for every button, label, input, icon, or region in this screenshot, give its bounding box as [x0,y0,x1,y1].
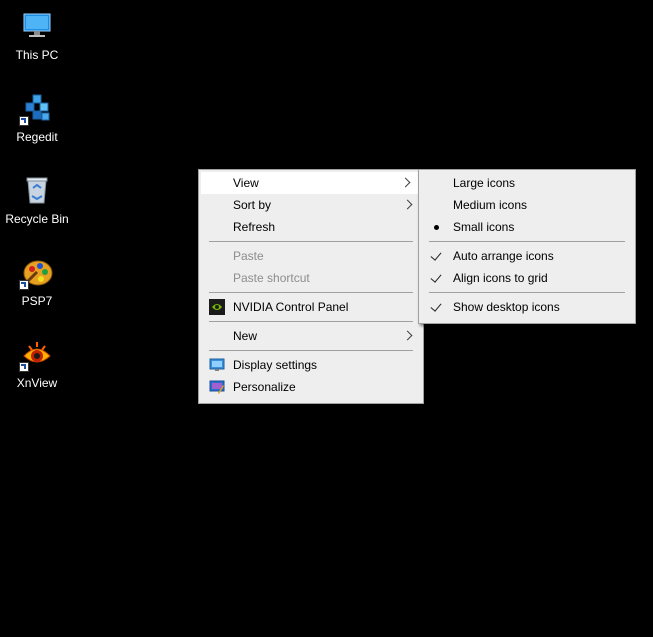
psp7-icon [19,256,53,290]
desktop-icon-recycle-bin[interactable]: Recycle Bin [2,170,72,244]
menu-item-label: Align icons to grid [453,271,548,285]
menu-item-label: Display settings [233,358,318,372]
menu-item-medium-icons[interactable]: Medium icons [419,194,635,216]
menu-item-auto-arrange-icons[interactable]: Auto arrange icons [419,245,635,267]
menu-item-small-icons[interactable]: Small icons [419,216,635,238]
desktop-icon-regedit[interactable]: Regedit [2,88,72,162]
menu-item-label: New [233,329,258,343]
chevron-right-icon [402,199,413,210]
menu-item-paste-shortcut[interactable]: Paste shortcut [199,267,423,289]
menu-item-view[interactable]: View [201,172,421,194]
chevron-right-icon [400,177,411,188]
display-settings-icon [209,357,225,373]
radio-bullet-icon [434,225,439,230]
menu-item-refresh[interactable]: Refresh [199,216,423,238]
shortcut-arrow-icon [19,116,29,126]
checkmark-icon [430,249,442,261]
menu-item-label: Show desktop icons [453,300,560,314]
menu-separator [209,350,413,351]
desktop-context-menu: View Sort by Refresh Paste Paste shortcu… [198,169,424,404]
desktop-icon-psp7[interactable]: PSP7 [2,252,72,326]
menu-item-label: NVIDIA Control Panel [233,300,349,314]
menu-item-label: Medium icons [453,198,528,212]
menu-separator [209,292,413,293]
checkmark-icon [430,300,442,312]
recycle-bin-icon [21,174,53,206]
chevron-right-icon [402,330,413,341]
menu-separator [429,241,625,242]
this-pc-icon [21,10,53,42]
desktop[interactable]: This PC Regedit Recycle Bin PSP7 XnView … [0,0,653,637]
desktop-icon-xnview[interactable]: XnView [2,334,72,408]
menu-item-large-icons[interactable]: Large icons [419,172,635,194]
nvidia-icon [209,299,225,315]
regedit-icon [19,92,53,126]
menu-item-paste[interactable]: Paste [199,245,423,267]
desktop-icon-label: XnView [16,376,58,390]
menu-separator [429,292,625,293]
desktop-icon-label: Recycle Bin [5,212,69,226]
menu-item-label: Paste shortcut [233,271,310,285]
menu-item-align-icons-to-grid[interactable]: Align icons to grid [419,267,635,289]
menu-item-label: Small icons [453,220,515,234]
view-submenu: Large icons Medium icons Small icons Aut… [418,169,636,324]
desktop-icon-label: Regedit [16,130,58,144]
menu-item-label: Sort by [233,198,272,212]
desktop-icon-this-pc[interactable]: This PC [2,6,72,80]
menu-separator [209,241,413,242]
menu-item-sort-by[interactable]: Sort by [199,194,423,216]
shortcut-arrow-icon [19,362,29,372]
menu-item-personalize[interactable]: Personalize [199,376,423,398]
menu-item-label: Paste [233,249,264,263]
menu-item-label: Refresh [233,220,276,234]
menu-item-new[interactable]: New [199,325,423,347]
menu-item-label: Large icons [453,176,516,190]
menu-separator [209,321,413,322]
personalize-icon [209,379,225,395]
desktop-icon-label: This PC [15,48,59,62]
menu-item-nvidia-control-panel[interactable]: NVIDIA Control Panel [199,296,423,318]
menu-item-show-desktop-icons[interactable]: Show desktop icons [419,296,635,318]
menu-item-display-settings[interactable]: Display settings [199,354,423,376]
xnview-icon [19,338,53,372]
desktop-icon-label: PSP7 [21,294,53,308]
checkmark-icon [430,271,442,283]
shortcut-arrow-icon [19,280,29,290]
menu-item-label: Auto arrange icons [453,249,554,263]
menu-item-label: Personalize [233,380,296,394]
menu-item-label: View [233,176,259,190]
